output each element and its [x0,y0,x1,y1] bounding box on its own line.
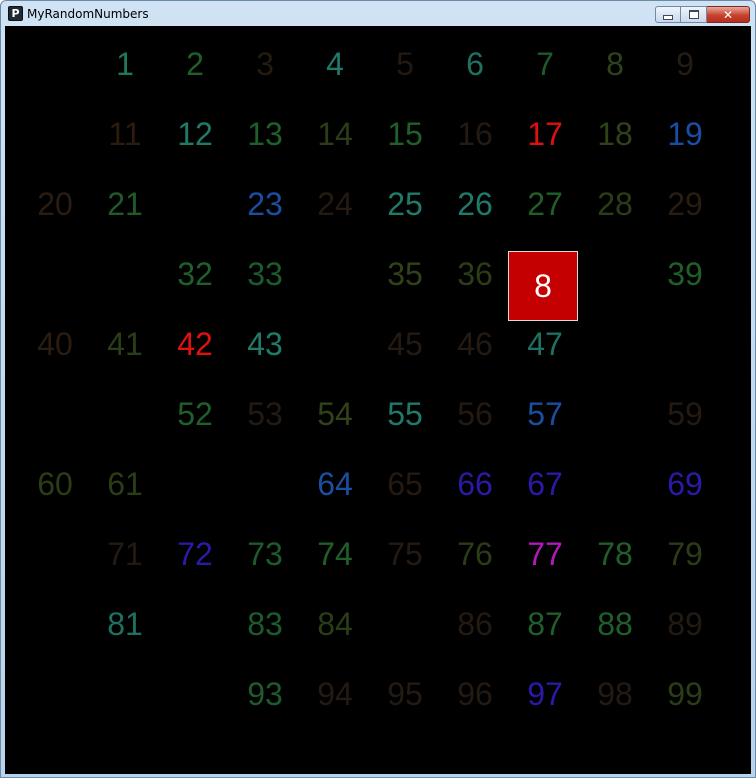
number-cell: 23 [247,186,283,222]
number-cell: 94 [317,676,353,712]
number-cell: 17 [527,116,563,152]
number-cell: 65 [387,466,423,502]
number-cell: 71 [107,536,143,572]
number-cell: 39 [667,256,703,292]
number-cell: 69 [667,466,703,502]
maximize-button[interactable] [681,6,707,23]
number-cell: 28 [597,186,633,222]
number-cell: 74 [317,536,353,572]
number-cell: 33 [247,256,283,292]
number-cell: 61 [107,466,143,502]
number-cell: 72 [177,536,213,572]
number-cell: 88 [597,606,633,642]
number-cell: 25 [387,186,423,222]
number-cell: 66 [457,466,493,502]
number-cell: 89 [667,606,703,642]
number-cell: 75 [387,536,423,572]
title-bar[interactable]: P MyRandomNumbers ✕ [1,1,755,26]
number-cell: 97 [527,676,563,712]
number-cell: 42 [177,326,213,362]
number-cell: 1 [116,46,134,82]
number-cell: 8 [606,46,624,82]
number-cell: 29 [667,186,703,222]
number-cell: 15 [387,116,423,152]
number-cell: 43 [247,326,283,362]
number-cell: 45 [387,326,423,362]
number-cell: 21 [107,186,143,222]
number-cell: 16 [457,116,493,152]
number-cell: 27 [527,186,563,222]
app-icon[interactable]: P [8,6,23,21]
number-cell: 9 [676,46,694,82]
number-cell: 83 [247,606,283,642]
number-cell: 57 [527,396,563,432]
number-cell: 54 [317,396,353,432]
window-controls: ✕ [655,6,750,23]
number-cell: 32 [177,256,213,292]
number-cell: 96 [457,676,493,712]
window-title: MyRandomNumbers [27,7,149,21]
number-cell: 6 [466,46,484,82]
number-cell: 40 [37,326,73,362]
number-cell: 79 [667,536,703,572]
close-icon: ✕ [722,7,734,22]
number-cell: 13 [247,116,283,152]
number-cell: 81 [107,606,143,642]
number-cell: 56 [457,396,493,432]
number-cell: 99 [667,676,703,712]
number-cell: 98 [597,676,633,712]
number-cell: 12 [177,116,213,152]
number-cell: 55 [387,396,423,432]
number-cell: 60 [37,466,73,502]
number-cell: 93 [247,676,283,712]
number-cell: 2 [186,46,204,82]
number-cell: 4 [326,46,344,82]
number-cell: 86 [457,606,493,642]
number-cell: 76 [457,536,493,572]
minimize-button[interactable] [655,6,681,23]
number-cell: 64 [317,466,353,502]
number-cell: 19 [667,116,703,152]
number-cell: 73 [247,536,283,572]
number-cell: 84 [317,606,353,642]
minimize-icon [663,14,673,20]
number-cell: 20 [37,186,73,222]
number-cell: 24 [317,186,353,222]
number-canvas[interactable]: 1 2 3 4 5 6 7 8 9 11 12 13 14 15 16 17 18 19 20 21 23 24 25 26 2… [5,26,751,774]
number-cell: 41 [107,326,143,362]
number-cell: 5 [396,46,414,82]
number-cell: 52 [177,396,213,432]
number-cell: 26 [457,186,493,222]
number-cell: 95 [387,676,423,712]
close-button[interactable]: ✕ [707,6,750,23]
number-cell: 59 [667,396,703,432]
number-cell: 87 [527,606,563,642]
number-cell: 46 [457,326,493,362]
number-cell: 18 [597,116,633,152]
number-cell: 14 [317,116,353,152]
number-cell: 7 [536,46,554,82]
number-cell: 67 [527,466,563,502]
number-cell: 35 [387,256,423,292]
number-cell: 3 [256,46,274,82]
number-cell: 11 [108,116,142,152]
app-window: P MyRandomNumbers ✕ 1 2 3 4 5 6 7 8 9 11 12 13 14 15 1… [0,0,756,778]
number-cell: 78 [597,536,633,572]
maximize-icon [688,10,699,19]
number-cell: 47 [527,326,563,362]
number-cell: 53 [247,396,283,432]
number-cell: 77 [527,536,563,572]
number-cell: 36 [457,256,493,292]
